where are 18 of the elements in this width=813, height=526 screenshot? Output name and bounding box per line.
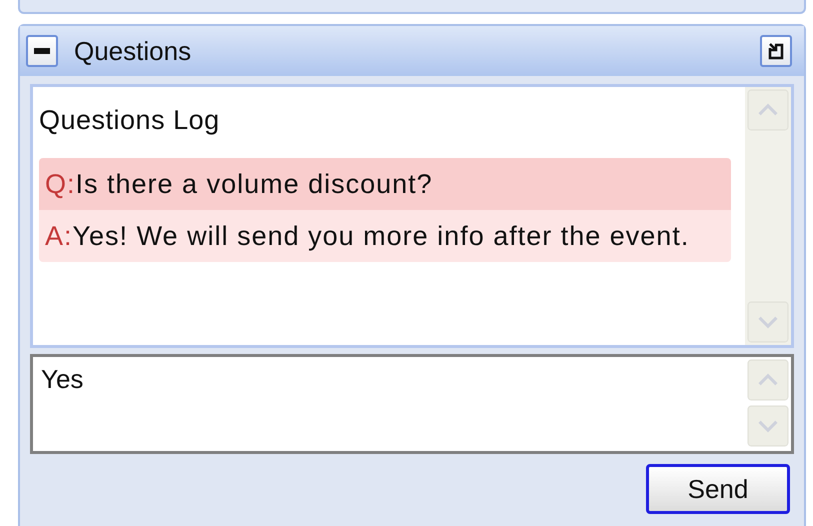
scrollbar[interactable]: [745, 87, 791, 345]
scroll-down-icon[interactable]: [747, 405, 789, 447]
scroll-up-icon[interactable]: [747, 89, 789, 131]
message-label: A:: [45, 220, 73, 253]
send-button[interactable]: Send: [646, 464, 790, 514]
message-text: Yes! We will send you more info after the event.: [72, 220, 690, 253]
scroll-up-icon[interactable]: [747, 359, 789, 401]
popout-icon: [767, 42, 785, 60]
message-text: Is there a volume discount?: [76, 168, 433, 201]
log-title: Questions Log: [39, 105, 221, 136]
message-label: Q:: [45, 168, 76, 201]
panel-title: Questions: [74, 36, 192, 66]
popout-button[interactable]: [760, 35, 792, 67]
minus-icon: [34, 48, 50, 54]
collapse-button[interactable]: [26, 35, 58, 67]
scroll-down-icon[interactable]: [747, 301, 789, 343]
input-field[interactable]: Yes: [33, 357, 745, 401]
question-input[interactable]: Yes: [30, 354, 794, 454]
